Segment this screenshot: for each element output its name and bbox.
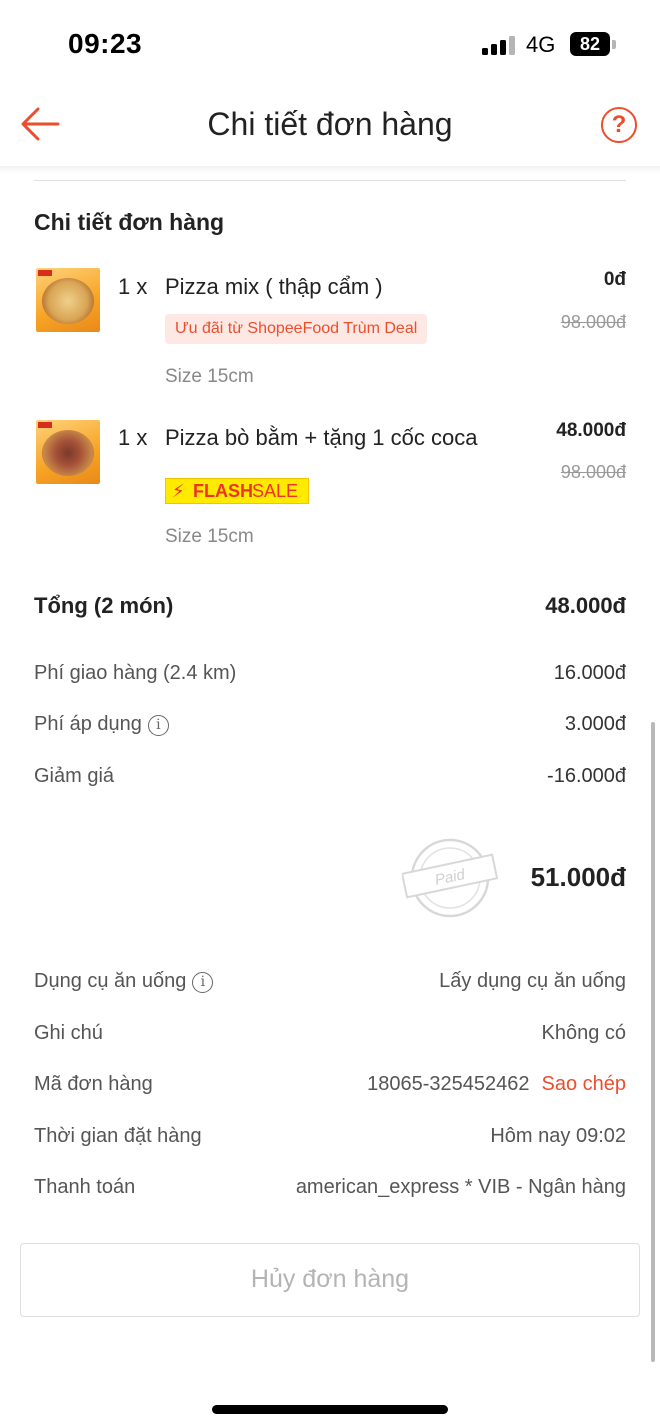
status-bar: 09:23 4G 82 <box>0 0 660 90</box>
note-value: Không có <box>541 1022 626 1044</box>
flash-label: FLASH <box>193 481 253 501</box>
item-price: 0đ <box>603 269 626 290</box>
order-time-value: Hôm nay 09:02 <box>490 1125 626 1147</box>
order-id-row: Mã đơn hàng 18065-325452462 Sao chép <box>34 1073 626 1103</box>
help-button[interactable]: ? <box>601 107 637 143</box>
lightning-icon: ⚡ <box>172 481 185 501</box>
cancel-order-button[interactable]: Hủy đơn hàng <box>20 1243 640 1317</box>
pizza-thumbnail <box>36 420 100 484</box>
utensils-text: Dụng cụ ăn uống <box>34 970 187 992</box>
info-icon[interactable]: i <box>192 972 214 993</box>
battery-icon: 82 <box>570 32 610 56</box>
info-icon[interactable]: i <box>147 715 169 736</box>
service-fee-text: Phí áp dụng <box>34 713 142 735</box>
service-fee-label: Phí áp dụng i <box>34 713 169 736</box>
order-id-value-group: 18065-325452462 Sao chép <box>367 1073 626 1096</box>
grand-total: 51.000đ <box>530 862 626 892</box>
shipping-fee-value: 16.000đ <box>553 662 626 684</box>
item-name: Pizza mix ( thập cẩm ) <box>165 274 383 299</box>
network-label: 4G <box>526 32 556 57</box>
note-label: Ghi chú <box>34 1022 103 1044</box>
signal-icon <box>482 35 518 55</box>
discount-label: Giảm giá <box>34 765 115 787</box>
item-note: Size 15cm <box>165 366 254 387</box>
order-time-label: Thời gian đặt hàng <box>34 1125 202 1147</box>
sale-label: SALE <box>252 481 299 501</box>
total-label: Tổng (2 món) <box>34 593 174 618</box>
item-quantity: 1 x <box>118 274 148 299</box>
item-price: 48.000đ <box>556 420 626 441</box>
service-fee-value: 3.000đ <box>564 713 626 735</box>
status-time: 09:23 <box>68 28 143 59</box>
item-old-price: 98.000đ <box>560 312 626 332</box>
divider <box>34 180 626 181</box>
copy-button[interactable]: Sao chép <box>541 1073 626 1095</box>
nav-shadow <box>0 166 660 174</box>
pizza-thumbnail <box>36 268 100 332</box>
item-name: Pizza bò bằm + tặng 1 cốc coca <box>165 425 478 450</box>
payment-value: american_express * VIB - Ngân hàng <box>295 1176 626 1198</box>
promo-badge: Ưu đãi từ ShopeeFood Trùm Deal <box>165 314 428 344</box>
utensils-row: Dụng cụ ăn uống i Lấy dụng cụ ăn uống <box>34 970 626 1000</box>
order-time-row: Thời gian đặt hàng Hôm nay 09:02 <box>34 1125 626 1155</box>
home-indicator[interactable] <box>212 1405 448 1414</box>
order-id-label: Mã đơn hàng <box>34 1073 153 1095</box>
paid-stamp-icon: Paid <box>402 838 498 918</box>
shipping-fee-label: Phí giao hàng (2.4 km) <box>34 662 237 684</box>
payment-label: Thanh toán <box>34 1176 136 1198</box>
utensils-label: Dụng cụ ăn uống i <box>34 970 214 993</box>
flash-sale-badge: ⚡ FLASH SALE <box>165 478 309 504</box>
section-title: Chi tiết đơn hàng <box>34 209 225 235</box>
item-quantity: 1 x <box>118 425 148 450</box>
nav-bar: Chi tiết đơn hàng ? <box>0 90 660 166</box>
utensils-value: Lấy dụng cụ ăn uống <box>439 970 626 992</box>
payment-row: Thanh toán american_express * VIB - Ngân… <box>34 1176 626 1206</box>
question-circle-icon: ? <box>611 111 627 138</box>
battery-cap <box>612 40 616 49</box>
total-value: 48.000đ <box>545 593 626 618</box>
scrollbar[interactable] <box>651 722 655 1362</box>
item-note: Size 15cm <box>165 526 254 547</box>
order-id-value: 18065-325452462 <box>367 1073 530 1095</box>
shipping-fee-row: Phí giao hàng (2.4 km) 16.000đ <box>34 662 626 692</box>
summary-total-row: Tổng (2 món) 48.000đ <box>34 593 626 623</box>
discount-value: -16.000đ <box>547 765 626 787</box>
service-fee-row: Phí áp dụng i 3.000đ <box>34 713 626 743</box>
page-title: Chi tiết đơn hàng <box>207 106 453 142</box>
item-old-price: 98.000đ <box>560 462 626 482</box>
discount-row: Giảm giá -16.000đ <box>34 765 626 795</box>
note-row: Ghi chú Không có <box>34 1022 626 1052</box>
